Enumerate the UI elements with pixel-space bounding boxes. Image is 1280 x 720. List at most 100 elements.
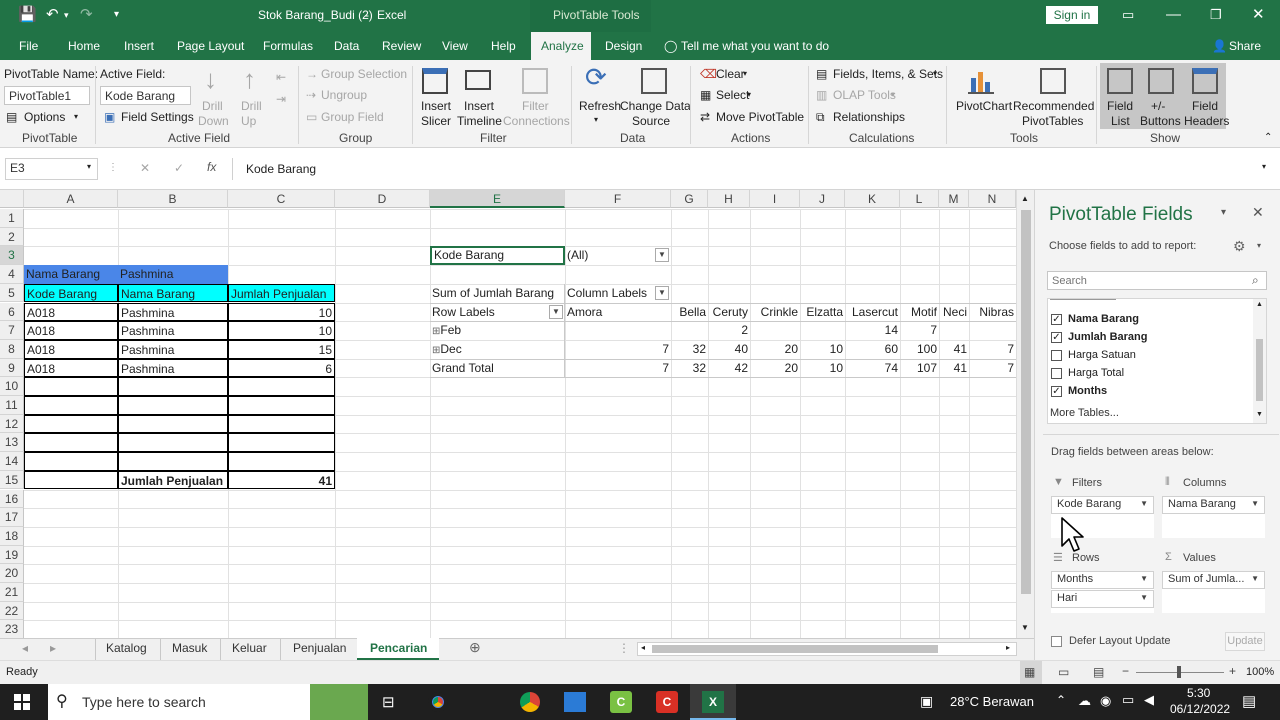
tab-file[interactable]: File [19,39,38,53]
row-header-5[interactable]: 5 [0,283,24,303]
horizontal-scrollbar[interactable]: ◂ ▸ [637,642,1017,656]
field-harga-satuan[interactable]: Harga Satuan [1068,349,1136,361]
pivot-value[interactable]: 14 [845,321,900,340]
total-label[interactable]: Jumlah Penjualan [118,470,228,490]
empty-table-cell[interactable] [118,433,228,453]
new-sheet-icon[interactable]: ⊕ [469,639,481,656]
fields-items-sets-button[interactable]: Fields, Items, & Sets [833,67,943,81]
vertical-scrollbar[interactable]: ▲ ▼ [1016,190,1034,638]
change-data-source-label-1[interactable]: Change Data [620,99,691,113]
tools-dropdown-icon[interactable]: ▾ [1257,241,1261,250]
column-labels-dropdown-icon[interactable]: ▼ [655,285,669,300]
pivot-value[interactable]: 7 [900,321,939,340]
scroll-down-icon[interactable]: ▼ [1021,623,1029,632]
field-checkbox-jumlah-barang[interactable]: ✓ [1051,332,1062,343]
pivot-value[interactable] [565,321,671,340]
total-value[interactable]: 41 [228,470,335,490]
tab-insert[interactable]: Insert [124,39,154,53]
vscroll-thumb[interactable] [1021,210,1031,594]
column-header-h[interactable]: H [708,190,750,208]
row-header-13[interactable]: 13 [0,433,24,453]
column-title-b[interactable]: Nama Barang [118,283,228,303]
pivot-row-feb[interactable]: ⊞Feb [430,321,565,340]
name-box-dropdown-icon[interactable]: ▾ [87,162,91,171]
column-header-l[interactable]: L [900,190,939,208]
field-list-scrollbar[interactable]: ▲ ▼ [1253,299,1266,423]
options-button[interactable]: Options [24,110,65,124]
share-button[interactable]: Share [1229,39,1261,53]
empty-table-cell[interactable] [24,414,118,434]
zoom-out-icon[interactable]: − [1122,664,1129,678]
empty-table-cell[interactable] [24,396,118,415]
save-icon[interactable]: 💾 [18,6,37,24]
windows-start-icon[interactable] [14,694,30,710]
pivot-filter-field[interactable]: Kode Barang [430,246,565,266]
pivot-value[interactable]: 32 [671,340,708,359]
field-checkbox-harga-satuan[interactable] [1051,350,1062,361]
ribbon-display-icon[interactable]: ▭ [1122,6,1134,24]
pivot-value[interactable] [969,321,1016,340]
column-title-c[interactable]: Jumlah Penjualan [228,283,335,303]
scroll-left-icon[interactable]: ◂ [641,643,645,652]
formula-input-box[interactable]: Kode Barang [232,158,1272,180]
tab-review[interactable]: Review [382,39,421,53]
hscroll-thumb[interactable] [652,645,938,653]
table-row-name[interactable]: Pashmina [118,321,228,340]
pivot-grand-total-value[interactable]: 74 [845,359,900,378]
field-settings-button[interactable]: Field Settings [121,110,194,124]
pivottable-name-input[interactable]: PivotTable1 [4,86,90,105]
column-header-i[interactable]: I [750,190,800,208]
fields-items-sets-dropdown-icon[interactable]: ▾ [933,69,937,78]
pivot-grand-total-value[interactable]: 32 [671,359,708,378]
field-scroll-up-icon[interactable]: ▲ [1256,301,1263,308]
empty-table-cell[interactable] [24,470,118,490]
rows-area-field-months[interactable]: Months ▼ [1051,571,1154,589]
clock-time[interactable]: 5:30 [1187,686,1210,700]
tab-page-layout[interactable]: Page Layout [177,39,244,53]
tab-view[interactable]: View [442,39,468,53]
excel-taskbar-button[interactable]: X [690,684,736,720]
insert-timeline-label-2[interactable]: Timeline [457,114,502,128]
sign-in-button[interactable]: Sign in [1046,6,1098,24]
empty-table-cell[interactable] [228,452,335,471]
tools-gear-icon[interactable]: ⚙ [1233,238,1246,255]
field-jumlah-barang[interactable]: Jumlah Barang [1068,331,1147,343]
normal-view-icon[interactable]: ▦ [1024,665,1035,679]
pivot-value[interactable]: 7 [565,340,671,359]
page-break-view-icon[interactable]: ▤ [1093,665,1104,679]
column-field-dropdown-icon[interactable]: ▼ [1251,499,1259,508]
options-dropdown-icon[interactable]: ▾ [74,112,78,121]
page-layout-view-icon[interactable]: ▭ [1058,665,1069,679]
recorder-icon[interactable]: C [656,691,678,713]
row-header-6[interactable]: 6 [0,302,24,322]
undo-icon[interactable]: ↶ [46,6,59,24]
tell-me-search[interactable]: Tell me what you want to do [681,39,829,53]
pivot-row-labels[interactable]: Row Labels [430,303,565,322]
table-row-name[interactable]: Pashmina [118,339,228,359]
column-header-d[interactable]: D [335,190,430,208]
values-area-field[interactable]: Sum of Jumla... ▼ [1162,571,1265,589]
change-data-source-label-2[interactable]: Source [632,114,670,128]
field-checkbox-harga-total[interactable] [1051,368,1062,379]
pivot-grand-total-label[interactable]: Grand Total [430,359,565,378]
empty-table-cell[interactable] [24,452,118,471]
field-search-input[interactable] [1047,271,1267,290]
row-header-9[interactable]: 9 [0,358,24,378]
insert-timeline-label-1[interactable]: Insert [464,99,494,113]
column-header-n[interactable]: N [969,190,1016,208]
tab-analyze[interactable]: Analyze [541,39,584,53]
column-header-c[interactable]: C [228,190,335,208]
pivot-grand-total-value[interactable]: 107 [900,359,939,378]
field-scroll-down-icon[interactable]: ▼ [1256,411,1263,418]
row-header-16[interactable]: 16 [0,489,24,509]
volume-icon[interactable]: ◀ [1144,692,1154,708]
meet-now-icon[interactable]: ◉ [1100,693,1111,709]
taskbar-search-text[interactable]: Type here to search [82,694,206,710]
column-header-e[interactable]: E [430,190,565,208]
row-header-14[interactable]: 14 [0,452,24,471]
table-row-qty[interactable]: 10 [228,302,335,322]
clear-button[interactable]: Clear [716,67,745,81]
row-header-18[interactable]: 18 [0,526,24,546]
pivot-value[interactable]: 40 [708,340,750,359]
battery-icon[interactable]: ▭ [1122,692,1134,708]
